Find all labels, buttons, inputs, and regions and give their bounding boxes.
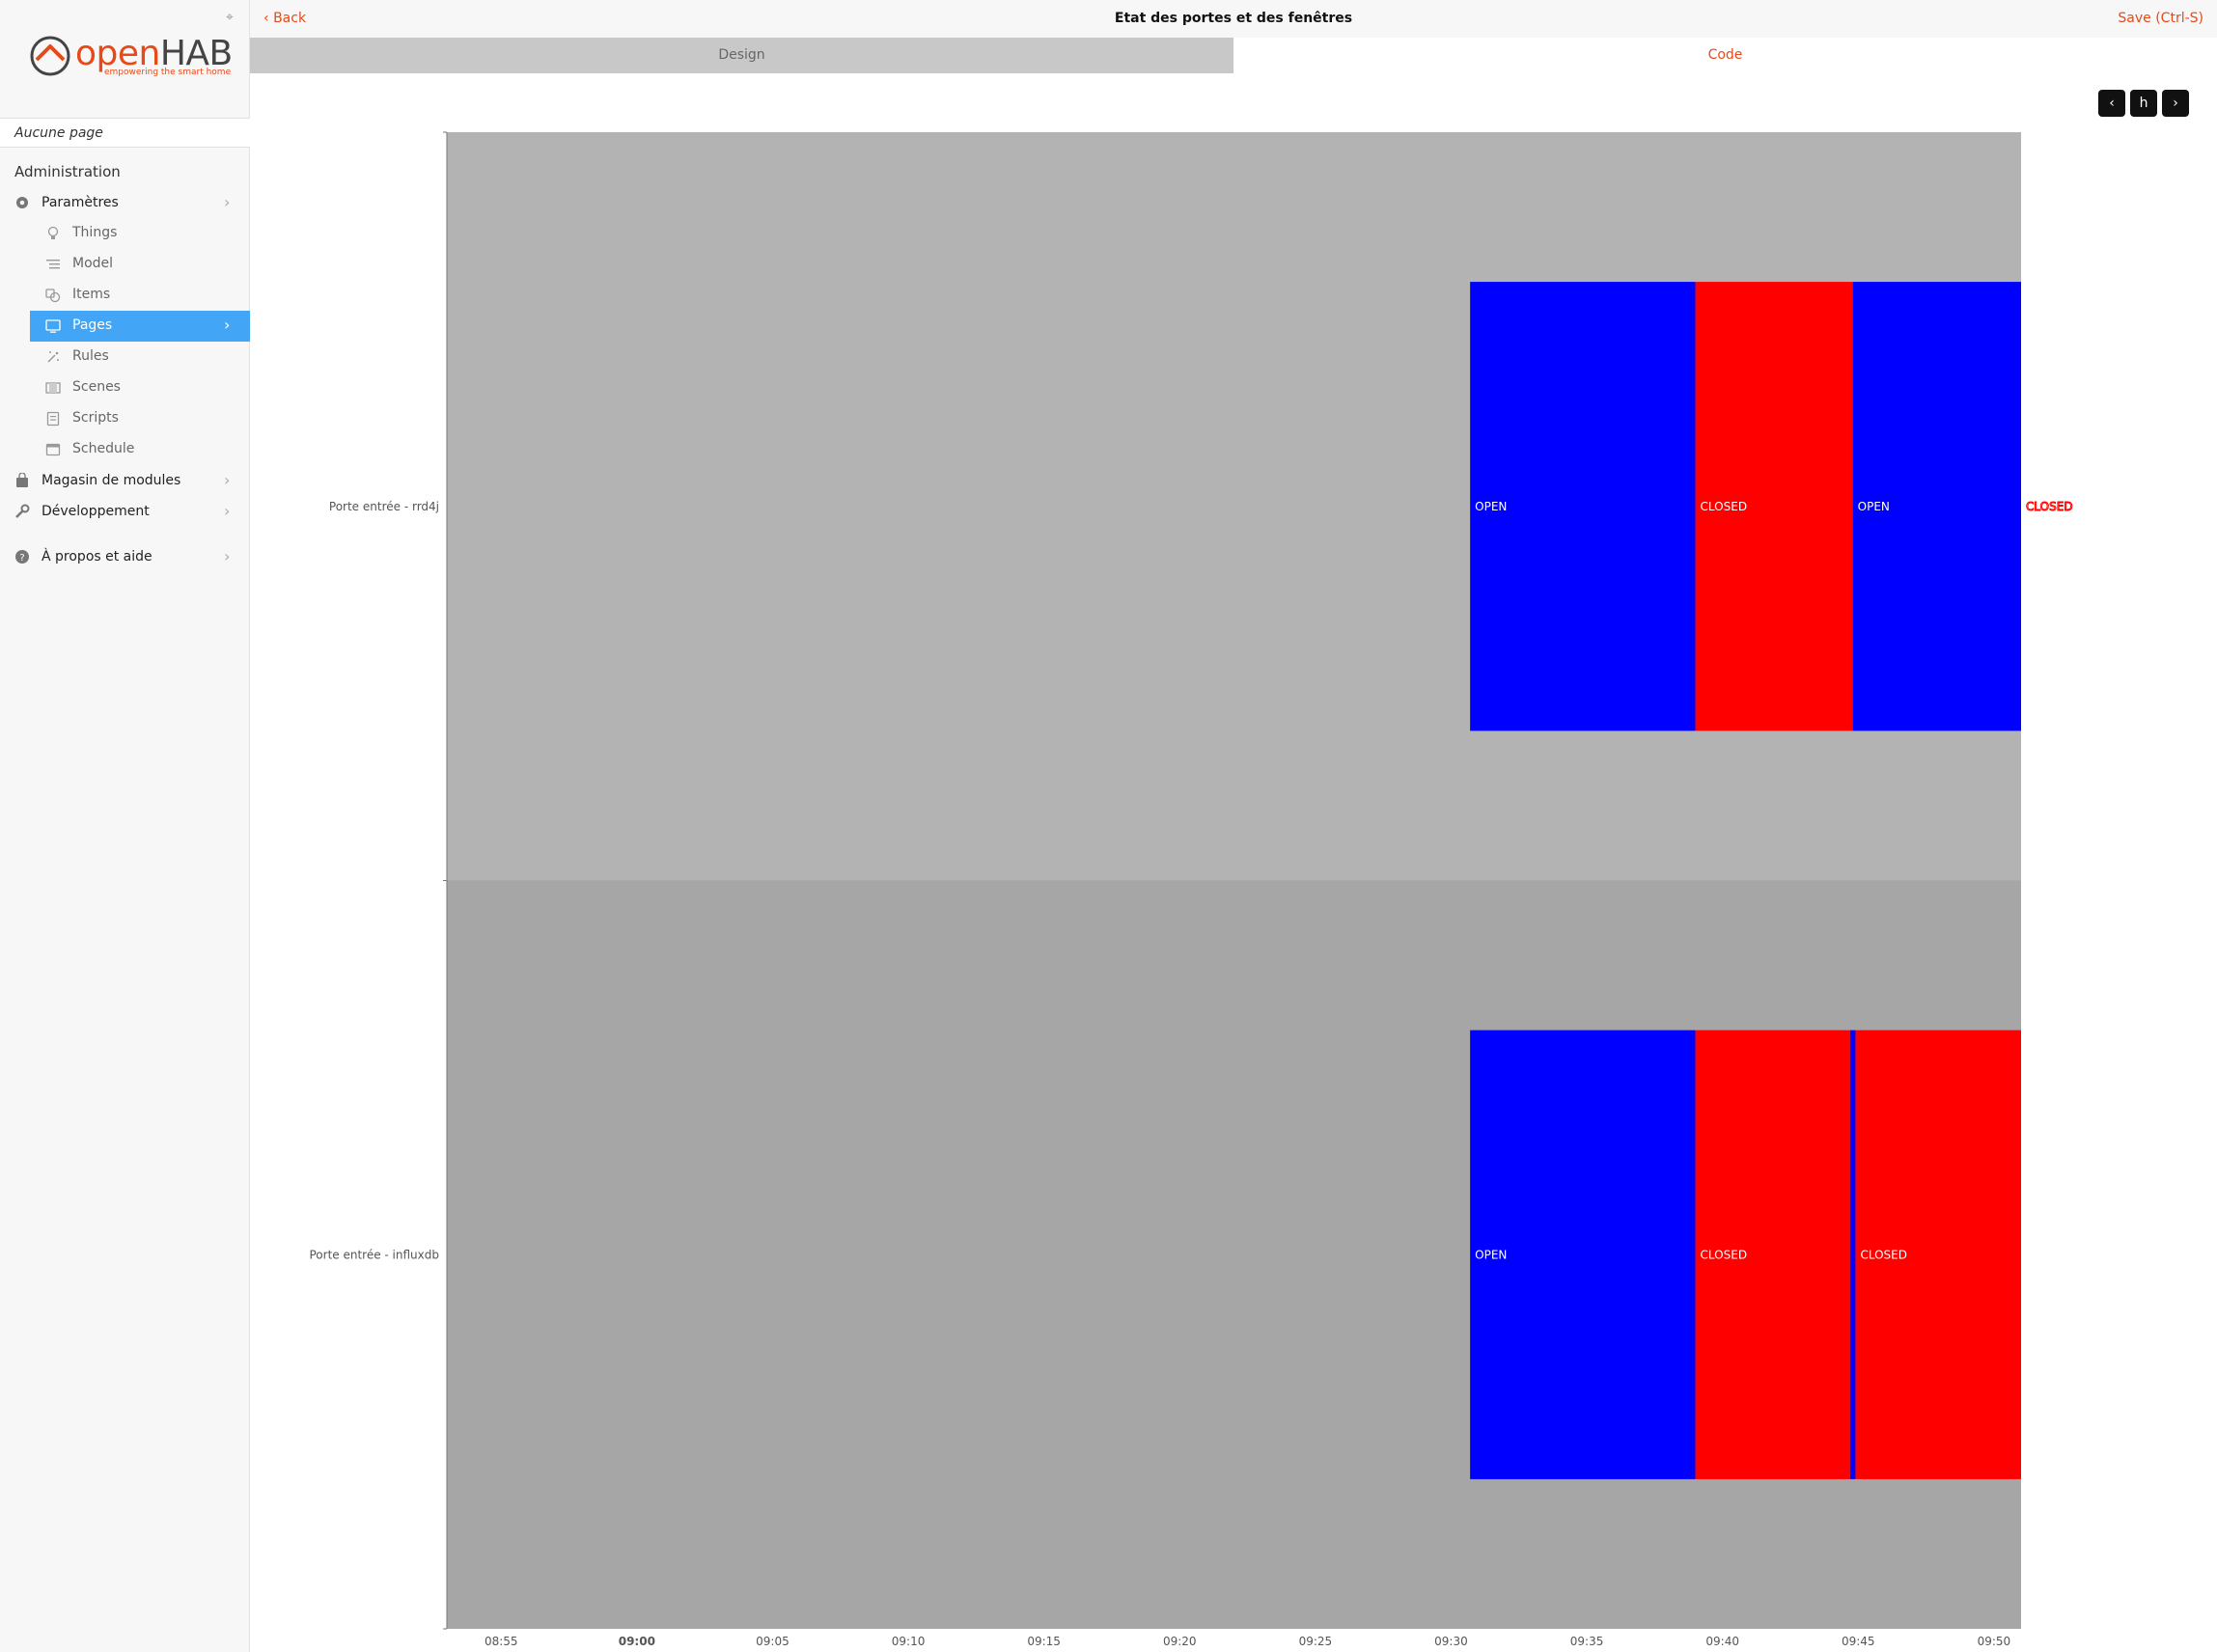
sidebar-item-label: À propos et aide [42,549,152,564]
tab-design[interactable]: Design [250,38,1233,73]
timeline-prev-button[interactable]: ‹ [2098,90,2125,117]
sidebar-item-label: Rules [72,348,109,364]
house-logo-icon [30,36,70,76]
x-tick-label: 09:35 [1570,1635,1604,1648]
chevron-right-icon: › [224,193,231,211]
sidebar-item-label: Scripts [72,410,119,426]
sidebar-item-rules[interactable]: Rules [30,342,250,372]
x-tick-label: 09:25 [1299,1635,1333,1648]
film-icon [45,382,61,394]
sidebar-item-settings[interactable]: Paramètres › [0,187,250,218]
x-tick-label: 09:50 [1978,1635,2011,1648]
sidebar-item-scripts[interactable]: Scripts [30,403,250,434]
x-tick-label: 08:55 [485,1635,518,1648]
gear-icon [16,197,28,208]
sidebar-item-addons[interactable]: Magasin de modules › [0,465,250,496]
x-tick-label: 09:40 [1705,1635,1739,1648]
sidebar-item-label: Scenes [72,379,121,395]
timeline-row-label: Porte entrée - influxdb [309,1248,439,1261]
top-navbar: ‹ Back Etat des portes et des fenêtres S… [250,0,2217,38]
script-icon [46,411,60,427]
tab-code[interactable]: Code [1233,38,2217,73]
sidebar-item-label: Schedule [72,441,135,456]
x-tick-label: 09:15 [1027,1635,1061,1648]
segment-label: OPEN [1858,500,1890,513]
segment-label: OPEN [1475,1248,1507,1261]
chevron-right-icon: › [224,471,231,489]
pin-icon[interactable]: ⌖ [226,10,234,25]
monitor-icon [45,319,61,333]
sidebar-item-things[interactable]: Things [30,218,250,249]
sidebar-item-label: Things [72,225,118,240]
timeline-segment [1849,1030,1856,1479]
svg-text:?: ? [19,553,24,564]
section-title: Administration [14,163,121,180]
sidebar-item-label: Pages [72,317,113,333]
x-tick-label: 09:45 [1842,1635,1875,1648]
segment-trailing-label: CLOSED [2026,500,2073,513]
sidebar-item-model[interactable]: Model [30,249,250,280]
logo-tagline: empowering the smart home [104,68,232,77]
no-page-label: Aucune page [0,118,250,148]
list-icon [46,260,60,269]
wand-icon [47,351,59,363]
wrench-icon [15,504,30,518]
chevron-right-icon: › [224,502,231,520]
help-icon: ? [15,550,29,564]
sidebar-item-developer[interactable]: Développement › [0,496,250,527]
sidebar-item-label: Magasin de modules [42,473,181,488]
timeline-next-button[interactable]: › [2162,90,2189,117]
segment-label: OPEN [1475,500,1507,513]
timeline-zoom-button[interactable]: h [2130,90,2157,117]
sidebar-item-label: Items [72,287,111,302]
chevron-right-icon: › [224,316,231,334]
x-tick-label: 09:00 [619,1635,655,1648]
sidebar-item-items[interactable]: Items [30,280,250,311]
sidebar-item-label: Model [72,256,114,271]
segment-label: CLOSED [1860,1248,1907,1261]
x-tick-label: 09:10 [892,1635,926,1648]
sidebar: ⌖ openHAB empowering the smart home Aucu… [0,0,250,1652]
sidebar-item-label: Paramètres [42,195,119,210]
segment-label: CLOSED [1701,500,1748,513]
page-title: Etat des portes et des fenêtres [1114,11,1353,26]
sidebar-item-schedule[interactable]: Schedule [30,434,250,465]
timeline-row-label: Porte entrée - rrd4j [329,500,439,513]
x-tick-label: 09:20 [1163,1635,1197,1648]
bag-icon [16,473,28,487]
save-button[interactable]: Save (Ctrl-S) [2118,11,2203,26]
editor-tabs: Design Code [250,38,2217,73]
chevron-right-icon: › [224,547,231,565]
calendar-icon [45,443,61,456]
lightbulb-icon [47,226,59,239]
segment-label: CLOSED [1701,1248,1748,1261]
shapes-icon [45,289,61,303]
openhab-logo[interactable]: openHAB empowering the smart home [29,33,233,81]
sidebar-item-about[interactable]: ? À propos et aide › [0,541,250,572]
state-timeline-chart: Porte entrée - rrd4j OPEN CLOSED OPEN CLOSED… [309,131,2073,1648]
sidebar-item-label: Développement [42,504,150,519]
sidebar-item-scenes[interactable]: Scenes [30,372,250,403]
sidebar-item-pages[interactable]: Pages › [30,311,250,342]
x-tick-label: 09:30 [1434,1635,1468,1648]
x-tick-label: 09:05 [756,1635,790,1648]
